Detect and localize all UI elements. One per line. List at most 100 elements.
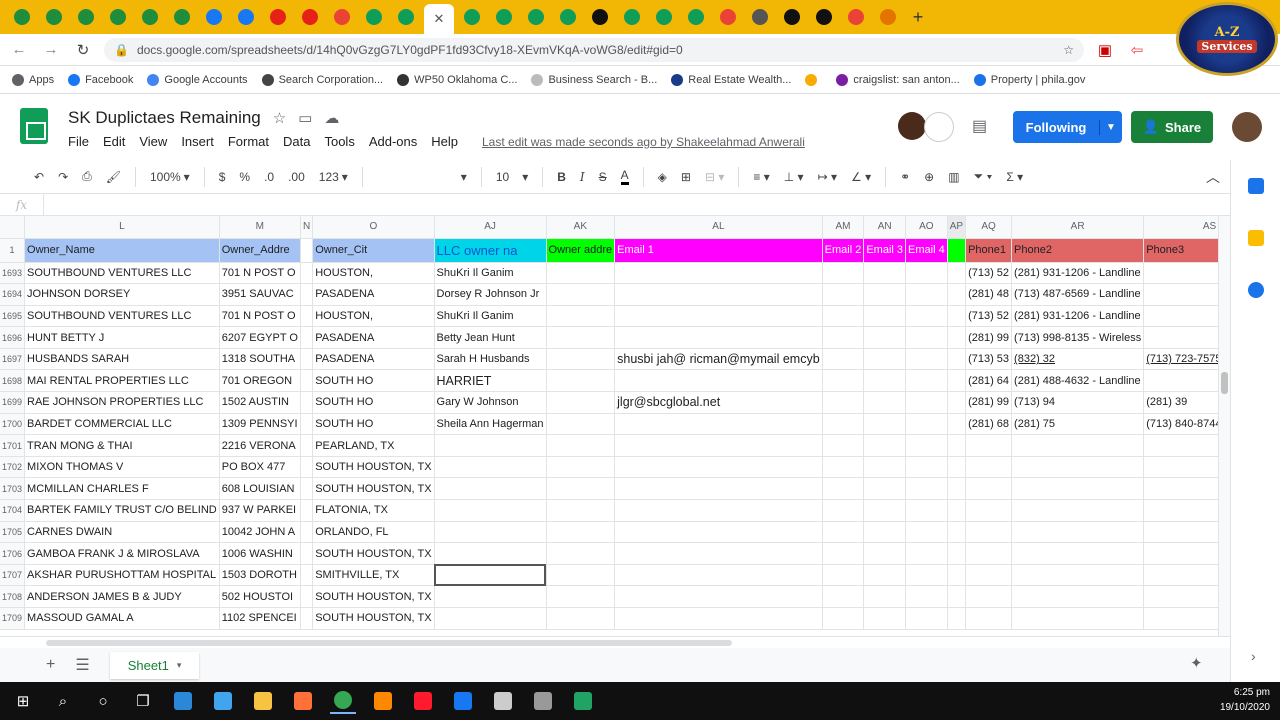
table-cell[interactable]: [546, 521, 616, 544]
table-cell[interactable]: [546, 607, 616, 630]
table-cell[interactable]: [947, 283, 967, 306]
table-cell[interactable]: [947, 413, 967, 436]
table-cell[interactable]: [1143, 283, 1218, 306]
table-cell[interactable]: [965, 521, 1013, 544]
browser-tab[interactable]: [714, 4, 742, 30]
last-edit-link[interactable]: Last edit was made seconds ago by Shakee…: [482, 135, 805, 149]
table-cell[interactable]: [965, 564, 1013, 587]
table-cell[interactable]: PEARLAND, TX: [312, 434, 435, 457]
table-cell[interactable]: [300, 369, 314, 393]
table-cell[interactable]: [546, 391, 616, 414]
redo-icon[interactable]: ↷: [58, 170, 68, 184]
header-cell[interactable]: Phone2: [1011, 238, 1145, 263]
table-cell[interactable]: (281) 68: [965, 413, 1013, 436]
table-cell[interactable]: Dorsey R Johnson Jr: [434, 283, 547, 306]
table-cell[interactable]: [1143, 262, 1218, 285]
bookmark-item[interactable]: Property | phila.gov: [973, 73, 1085, 86]
menu-item-help[interactable]: Help: [431, 134, 458, 149]
avatar[interactable]: [898, 112, 926, 140]
row-header[interactable]: 1697: [0, 348, 26, 371]
browser-tab[interactable]: [554, 4, 582, 30]
explore-icon[interactable]: ✦: [1190, 654, 1212, 676]
table-cell[interactable]: [822, 542, 865, 565]
table-cell[interactable]: [614, 283, 823, 306]
font-family-select[interactable]: ▾: [377, 170, 467, 184]
browser-tab[interactable]: [586, 4, 614, 30]
table-cell[interactable]: [1011, 434, 1145, 457]
table-cell[interactable]: [614, 369, 823, 393]
header-cell[interactable]: Phone3: [1143, 238, 1218, 263]
table-cell[interactable]: [863, 262, 907, 285]
table-cell[interactable]: [905, 326, 948, 349]
browser-tab[interactable]: [200, 4, 228, 30]
formula-input[interactable]: [44, 194, 1230, 215]
table-cell[interactable]: 701 N POST O: [219, 305, 301, 328]
table-cell[interactable]: [1143, 326, 1218, 349]
table-cell[interactable]: [1011, 521, 1145, 544]
table-cell[interactable]: PO BOX 477: [219, 456, 301, 479]
row-header[interactable]: 1699: [0, 391, 26, 414]
zoom-select[interactable]: 100% ▾: [150, 170, 190, 184]
store-icon[interactable]: [170, 688, 196, 714]
strikethrough-icon[interactable]: S: [599, 170, 607, 184]
table-cell[interactable]: HOUSTON,: [312, 262, 435, 285]
browser-tab[interactable]: [264, 4, 292, 30]
table-cell[interactable]: [863, 585, 907, 608]
table-cell[interactable]: 502 HOUSTOI: [219, 585, 301, 608]
table-cell[interactable]: (281) 48: [965, 283, 1013, 306]
table-cell[interactable]: [822, 391, 865, 414]
browser-tab[interactable]: [232, 4, 260, 30]
table-cell[interactable]: [822, 262, 865, 285]
notepad-icon[interactable]: [210, 688, 236, 714]
table-cell[interactable]: FLATONIA, TX: [312, 499, 435, 522]
browser-tab[interactable]: [522, 4, 550, 30]
bookmark-item[interactable]: Business Search - B...: [531, 73, 657, 86]
table-cell[interactable]: [905, 413, 948, 436]
paint-format-icon[interactable]: 🖌: [106, 170, 121, 184]
header-cell[interactable]: [300, 238, 314, 263]
table-cell[interactable]: [947, 262, 967, 285]
avatar[interactable]: [924, 112, 954, 142]
browser-tab[interactable]: [168, 4, 196, 30]
table-cell[interactable]: [863, 305, 907, 328]
undo-icon[interactable]: ↶: [34, 170, 44, 184]
browser-tab[interactable]: [72, 4, 100, 30]
table-cell[interactable]: SOUTH HOUSTON, TX: [312, 607, 435, 630]
header-cell[interactable]: Phone1: [965, 238, 1013, 263]
table-cell[interactable]: SMITHVILLE, TX: [312, 564, 435, 587]
table-cell[interactable]: (713) 52: [965, 305, 1013, 328]
table-cell[interactable]: [822, 326, 865, 349]
table-cell[interactable]: [546, 456, 616, 479]
table-cell[interactable]: [947, 456, 967, 479]
table-cell[interactable]: [863, 542, 907, 565]
menu-item-view[interactable]: View: [139, 134, 167, 149]
table-cell[interactable]: 10042 JOHN A: [219, 521, 301, 544]
table-cell[interactable]: 1503 DOROTH: [219, 564, 301, 587]
table-cell[interactable]: [614, 607, 823, 630]
table-cell[interactable]: [905, 499, 948, 522]
bold-icon[interactable]: B: [557, 170, 566, 184]
table-cell[interactable]: Gary W Johnson: [434, 391, 547, 414]
table-cell[interactable]: [1143, 477, 1218, 501]
table-cell[interactable]: [947, 434, 967, 457]
table-cell[interactable]: [905, 521, 948, 544]
table-cell[interactable]: (281) 99: [965, 391, 1013, 414]
extension-icon[interactable]: ▣: [1094, 39, 1116, 61]
font-size-select[interactable]: 10 ▾: [496, 170, 528, 184]
table-cell[interactable]: [863, 348, 907, 371]
firefox-icon[interactable]: [290, 688, 316, 714]
text-color-icon[interactable]: A: [620, 168, 629, 185]
table-cell[interactable]: [434, 607, 547, 630]
task-view-icon[interactable]: ❐: [130, 688, 156, 714]
browser-tab[interactable]: [392, 4, 420, 30]
table-cell[interactable]: [1143, 499, 1218, 522]
table-cell[interactable]: [822, 585, 865, 608]
table-cell[interactable]: [1143, 542, 1218, 565]
browser-tab[interactable]: [682, 4, 710, 30]
table-cell[interactable]: 1502 AUSTIN: [219, 391, 301, 414]
table-cell[interactable]: (713) 52: [965, 262, 1013, 285]
table-cell[interactable]: [614, 521, 823, 544]
browser-tab[interactable]: [778, 4, 806, 30]
table-cell[interactable]: [822, 477, 865, 501]
table-cell[interactable]: [822, 456, 865, 479]
